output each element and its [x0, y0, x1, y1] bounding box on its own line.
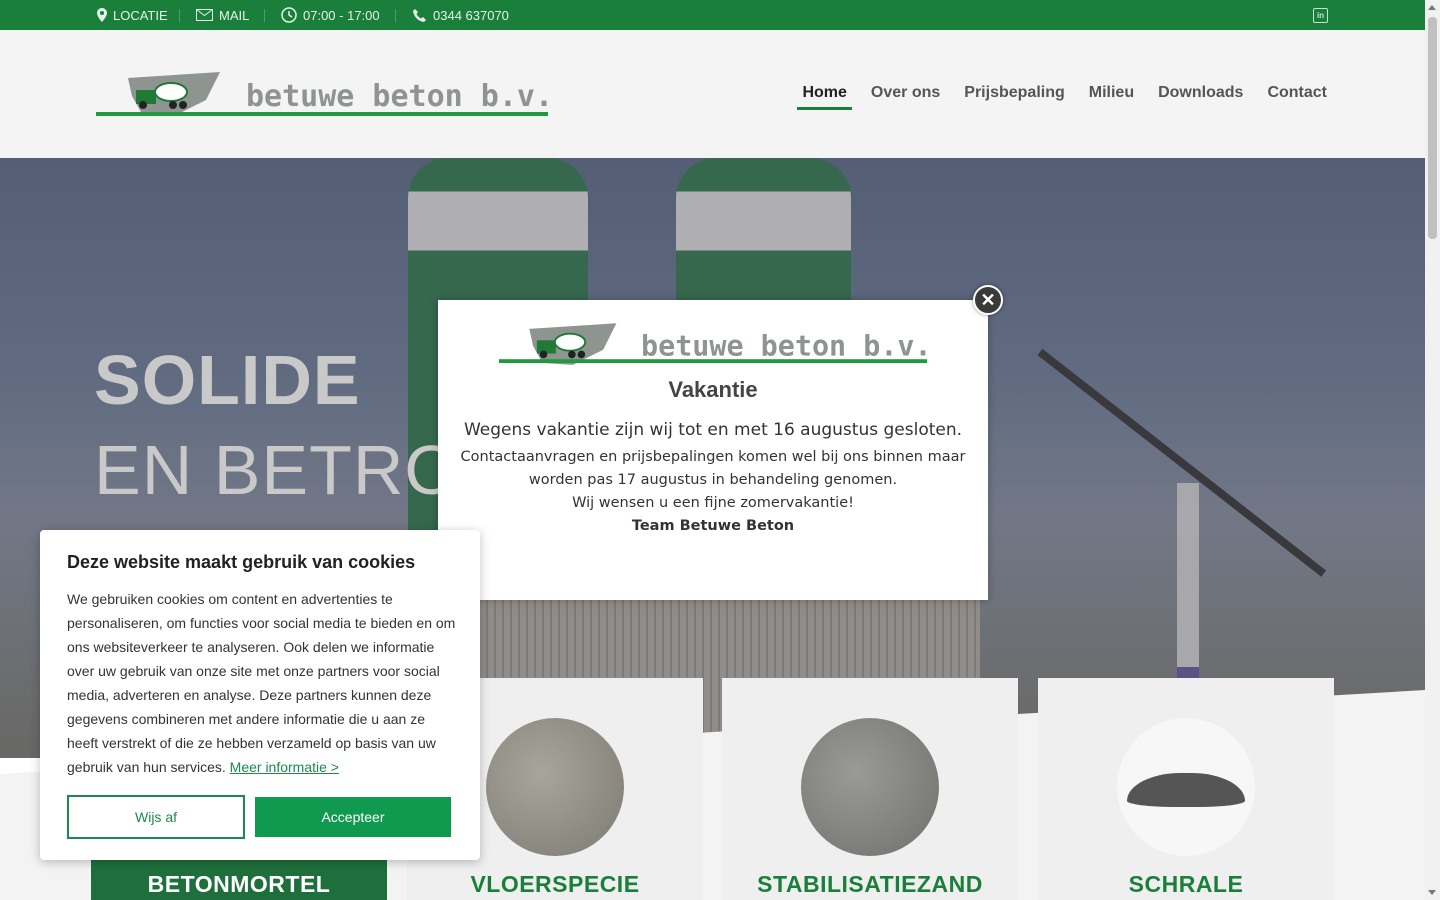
product-title: VLOERSPECIE	[470, 871, 640, 897]
modal-close-button[interactable]: ✕	[973, 285, 1003, 315]
nav-contact[interactable]: Contact	[1267, 84, 1327, 108]
modal-line2: Wij wensen u een fijne zomervakantie!	[572, 495, 854, 511]
modal-logo: betuwe beton b.v.	[499, 323, 927, 365]
modal-body: Contactaanvragen en prijsbepalingen kome…	[458, 446, 968, 538]
site-header: betuwe beton b.v. Home Over ons Prijsbep…	[0, 30, 1425, 158]
hours: 07:00 - 17:00	[281, 0, 380, 30]
phone-icon	[413, 8, 426, 22]
scroll-thumb[interactable]	[1428, 17, 1437, 239]
phone-label: 0344 637070	[433, 7, 509, 23]
product-image	[486, 718, 624, 856]
scroll-up-icon[interactable]	[1428, 5, 1436, 10]
cookie-banner: Deze website maakt gebruik van cookies W…	[40, 530, 480, 860]
nav-over-ons[interactable]: Over ons	[871, 84, 940, 108]
cookie-deny-button[interactable]: Wijs af	[67, 795, 245, 839]
mail-label: MAIL	[219, 7, 250, 23]
product-image	[1117, 718, 1255, 856]
modal-lead: Wegens vakantie zijn wij tot en met 16 a…	[463, 420, 963, 440]
nav-downloads[interactable]: Downloads	[1158, 84, 1243, 108]
product-title: SCHRALE	[1128, 871, 1244, 897]
divider	[179, 9, 180, 22]
clock-icon	[281, 7, 297, 23]
hours-label: 07:00 - 17:00	[303, 7, 380, 23]
product-card-stabilisatiezand[interactable]: STABILISATIEZAND	[722, 678, 1018, 900]
cookie-more-link[interactable]: Meer informatie >	[230, 759, 339, 775]
hero-title-line1: SOLIDE	[94, 341, 361, 419]
modal-brand-name: betuwe beton b.v.	[641, 329, 927, 362]
cookie-title: Deze website maakt gebruik van cookies	[67, 552, 416, 572]
location-link[interactable]: LOCATIE	[97, 0, 168, 30]
nav-milieu[interactable]: Milieu	[1089, 84, 1134, 108]
page-scrollbar[interactable]	[1425, 0, 1440, 900]
modal-title: Vakantie	[668, 377, 758, 402]
map-pin-icon	[97, 8, 107, 22]
main-nav: Home Over ons Prijsbepaling Milieu Downl…	[797, 84, 1327, 110]
location-label: LOCATIE	[113, 7, 168, 23]
cookie-text: We gebruiken cookies om content en adver…	[67, 587, 457, 779]
product-card-schrale[interactable]: SCHRALE	[1038, 678, 1334, 900]
nav-home[interactable]: Home	[797, 84, 853, 110]
top-bar: LOCATIE MAIL 07:00 - 17:00 0344 637070 i…	[0, 0, 1425, 30]
product-title: BETONMORTEL	[147, 871, 331, 897]
cookie-accept-button[interactable]: Accepteer	[255, 797, 451, 837]
phone-link[interactable]: 0344 637070	[412, 0, 509, 30]
linkedin-icon[interactable]: in	[1313, 8, 1328, 23]
modal-line1: Contactaanvragen en prijsbepalingen kome…	[460, 449, 966, 488]
modal-team: Team Betuwe Beton	[631, 518, 795, 534]
divider	[264, 9, 265, 22]
brand-logo[interactable]: betuwe beton b.v.	[96, 70, 548, 120]
divider	[395, 9, 396, 22]
brand-name: betuwe beton b.v.	[246, 79, 548, 114]
mail-link[interactable]: MAIL	[196, 0, 249, 30]
gravel-pile-image	[1127, 773, 1245, 807]
envelope-icon	[196, 9, 213, 21]
scroll-down-icon[interactable]	[1428, 890, 1436, 895]
product-title: STABILISATIEZAND	[757, 871, 983, 897]
vacation-modal: betuwe beton b.v. Vakantie Wegens vakant…	[438, 300, 988, 600]
nav-prijsbepaling[interactable]: Prijsbepaling	[964, 84, 1064, 108]
product-image	[801, 718, 939, 856]
cookie-body: We gebruiken cookies om content en adver…	[67, 591, 456, 775]
